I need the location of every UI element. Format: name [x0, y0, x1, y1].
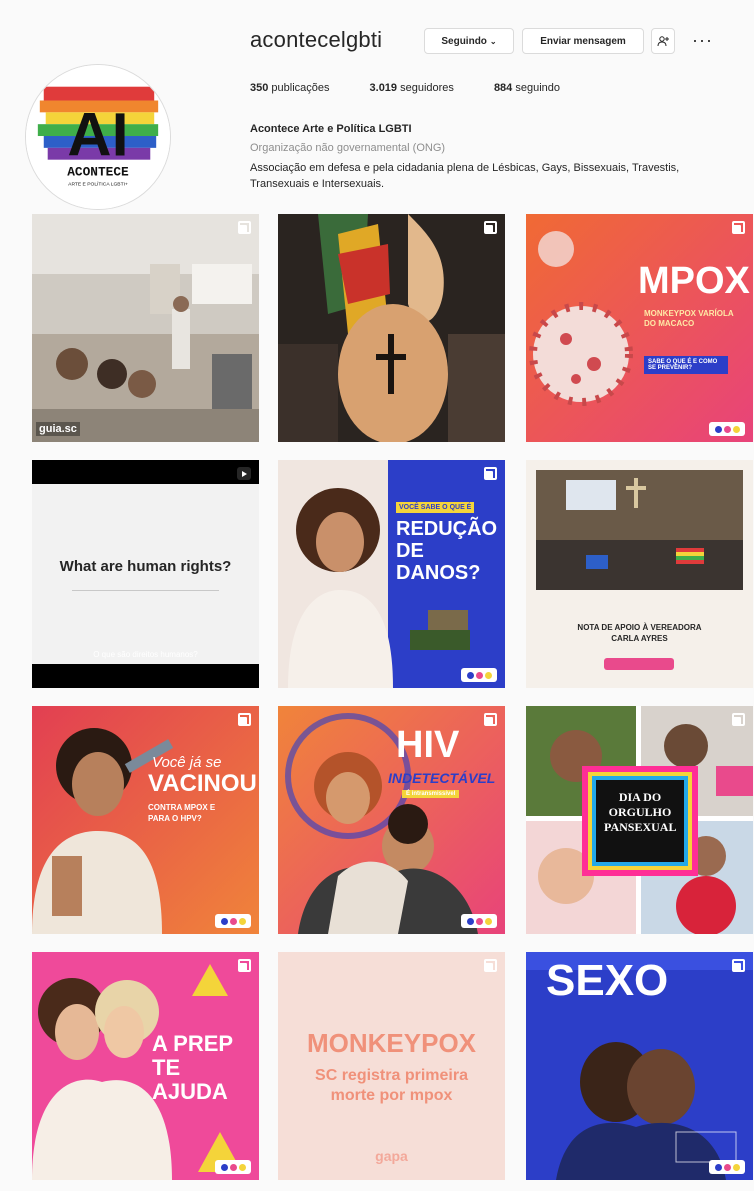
- following-count: 884: [493, 82, 513, 94]
- carousel-icon: [732, 713, 745, 726]
- post-cta: É intransmissível: [402, 790, 460, 798]
- profile-avatar[interactable]: AI ACONTECE ARTE E POLÍTICA LGBTI+: [25, 64, 171, 210]
- brand-badge-icon: [461, 668, 497, 682]
- followers-stat[interactable]: 3.019 seguidores: [370, 82, 454, 94]
- post-tile[interactable]: MPOX MONKEYPOX VARÍOLA DO MACACO SABE O …: [526, 214, 753, 442]
- profile-username: acontecelgbti: [250, 27, 383, 52]
- following-stat[interactable]: 884 seguindo: [494, 82, 560, 94]
- post-tile[interactable]: NOTA DE APOIO À VEREADORA CARLA AYRES: [526, 460, 753, 688]
- post-headline: REDUÇÃO DE DANOS?: [396, 518, 498, 584]
- following-button[interactable]: Seguindo ⌄: [424, 28, 514, 54]
- post-subline: MONKEYPOX VARÍOLA DO MACACO: [644, 309, 734, 328]
- post-watermark: guia.sc: [36, 422, 80, 436]
- logo-mark: AI: [67, 101, 128, 169]
- post-kicker: Você já se: [152, 754, 222, 771]
- post-headline: MONKEYPOX: [306, 1028, 477, 1058]
- followers-count: 3.019: [369, 82, 398, 94]
- post-headline: SEXO: [546, 956, 669, 1005]
- add-person-icon: [657, 36, 669, 47]
- chevron-down-icon: ⌄: [489, 36, 497, 46]
- carousel-icon: [732, 221, 745, 234]
- post-footer: gapa: [375, 1148, 408, 1164]
- following-button-label: Seguindo: [441, 35, 487, 47]
- post-headline: What are human rights?: [59, 558, 232, 575]
- carousel-icon: [238, 713, 251, 726]
- post-tile[interactable]: VOCÊ SABE O QUE É REDUÇÃO DE DANOS?: [278, 460, 505, 688]
- post-headline: MPOX: [638, 260, 750, 302]
- carousel-icon: [484, 467, 497, 480]
- protest-photo: [278, 214, 505, 442]
- posts-label: publicações: [271, 82, 330, 94]
- brand-badge-icon: [709, 1160, 745, 1174]
- logo-tagline: ARTE E POLÍTICA LGBTI+: [68, 180, 128, 187]
- reel-icon: [237, 467, 251, 480]
- post-subline: INDETECTÁVEL: [388, 770, 496, 786]
- posts-stat[interactable]: 350 publicações: [250, 82, 330, 94]
- post-tile[interactable]: A PREP TE AJUDA: [32, 952, 259, 1180]
- hiv-undetectable-graphic: [278, 706, 505, 934]
- brand-badge-icon: [215, 914, 251, 928]
- post-tile[interactable]: HIV INDETECTÁVEL É intransmissível: [278, 706, 505, 934]
- post-tile[interactable]: MONKEYPOX SC registra primeira morte por…: [278, 952, 505, 1180]
- carousel-icon: [238, 221, 251, 234]
- post-tile[interactable]: [278, 214, 505, 442]
- post-tile[interactable]: What are human rights? O que são direito…: [32, 460, 259, 688]
- send-message-label: Enviar mensagem: [540, 35, 626, 47]
- profile-display-name: Acontece Arte e Política LGBTI: [250, 123, 412, 135]
- post-kicker: VOCÊ SABE O QUE É: [396, 502, 475, 513]
- acontece-logo-icon: AI ACONTECE ARTE E POLÍTICA LGBTI+: [26, 65, 170, 209]
- profile-bio: Associação em defesa e pela cidadania pl…: [250, 162, 680, 190]
- carousel-icon: [484, 221, 497, 234]
- post-subline: CONTRA MPOX E PARA O HPV?: [148, 803, 216, 823]
- carousel-icon: [484, 959, 497, 972]
- classroom-photo: [32, 214, 259, 442]
- post-headline: DIA DO ORGULHO PANSEXUAL: [604, 790, 677, 834]
- brand-badge-icon: [461, 914, 497, 928]
- followers-label: seguidores: [400, 82, 454, 94]
- carousel-icon: [484, 713, 497, 726]
- suggest-accounts-button[interactable]: [651, 28, 675, 54]
- carousel-icon: [238, 959, 251, 972]
- post-tile[interactable]: Você já se VACINOU CONTRA MPOX E PARA O …: [32, 706, 259, 934]
- profile-category: Organização não governamental (ONG): [250, 142, 446, 154]
- carousel-icon: [732, 959, 745, 972]
- post-headline: HIV: [396, 724, 460, 766]
- brand-badge-icon: [709, 422, 745, 436]
- post-headline: VACINOU: [148, 770, 257, 797]
- posts-count: 350: [250, 82, 269, 94]
- post-subline: O que são direitos humanos?: [93, 650, 198, 659]
- logo-word: ACONTECE: [67, 164, 129, 179]
- post-tile[interactable]: SEXO: [526, 952, 753, 1180]
- profile-header: AI ACONTECE ARTE E POLÍTICA LGBTI+ acont…: [0, 0, 754, 210]
- post-tile[interactable]: DIA DO ORGULHO PANSEXUAL: [526, 706, 753, 934]
- post-headline: NOTA DE APOIO À VEREADORA CARLA AYRES: [577, 623, 702, 643]
- post-cta: SABE O QUE É E COMO SE PREVENIR?: [644, 356, 728, 374]
- council-photo: [526, 460, 753, 688]
- post-tile[interactable]: guia.sc: [32, 214, 259, 442]
- post-subline: SC registra primeira morte por mpox: [315, 1067, 468, 1104]
- more-options-icon[interactable]: ···: [692, 30, 713, 51]
- following-label: seguindo: [515, 82, 561, 94]
- profile-stats: 350 publicações 3.019 seguidores 884 seg…: [250, 82, 560, 94]
- post-headline: A PREP TE AJUDA: [152, 1031, 233, 1104]
- send-message-button[interactable]: Enviar mensagem: [522, 28, 644, 54]
- brand-badge-icon: [215, 1160, 251, 1174]
